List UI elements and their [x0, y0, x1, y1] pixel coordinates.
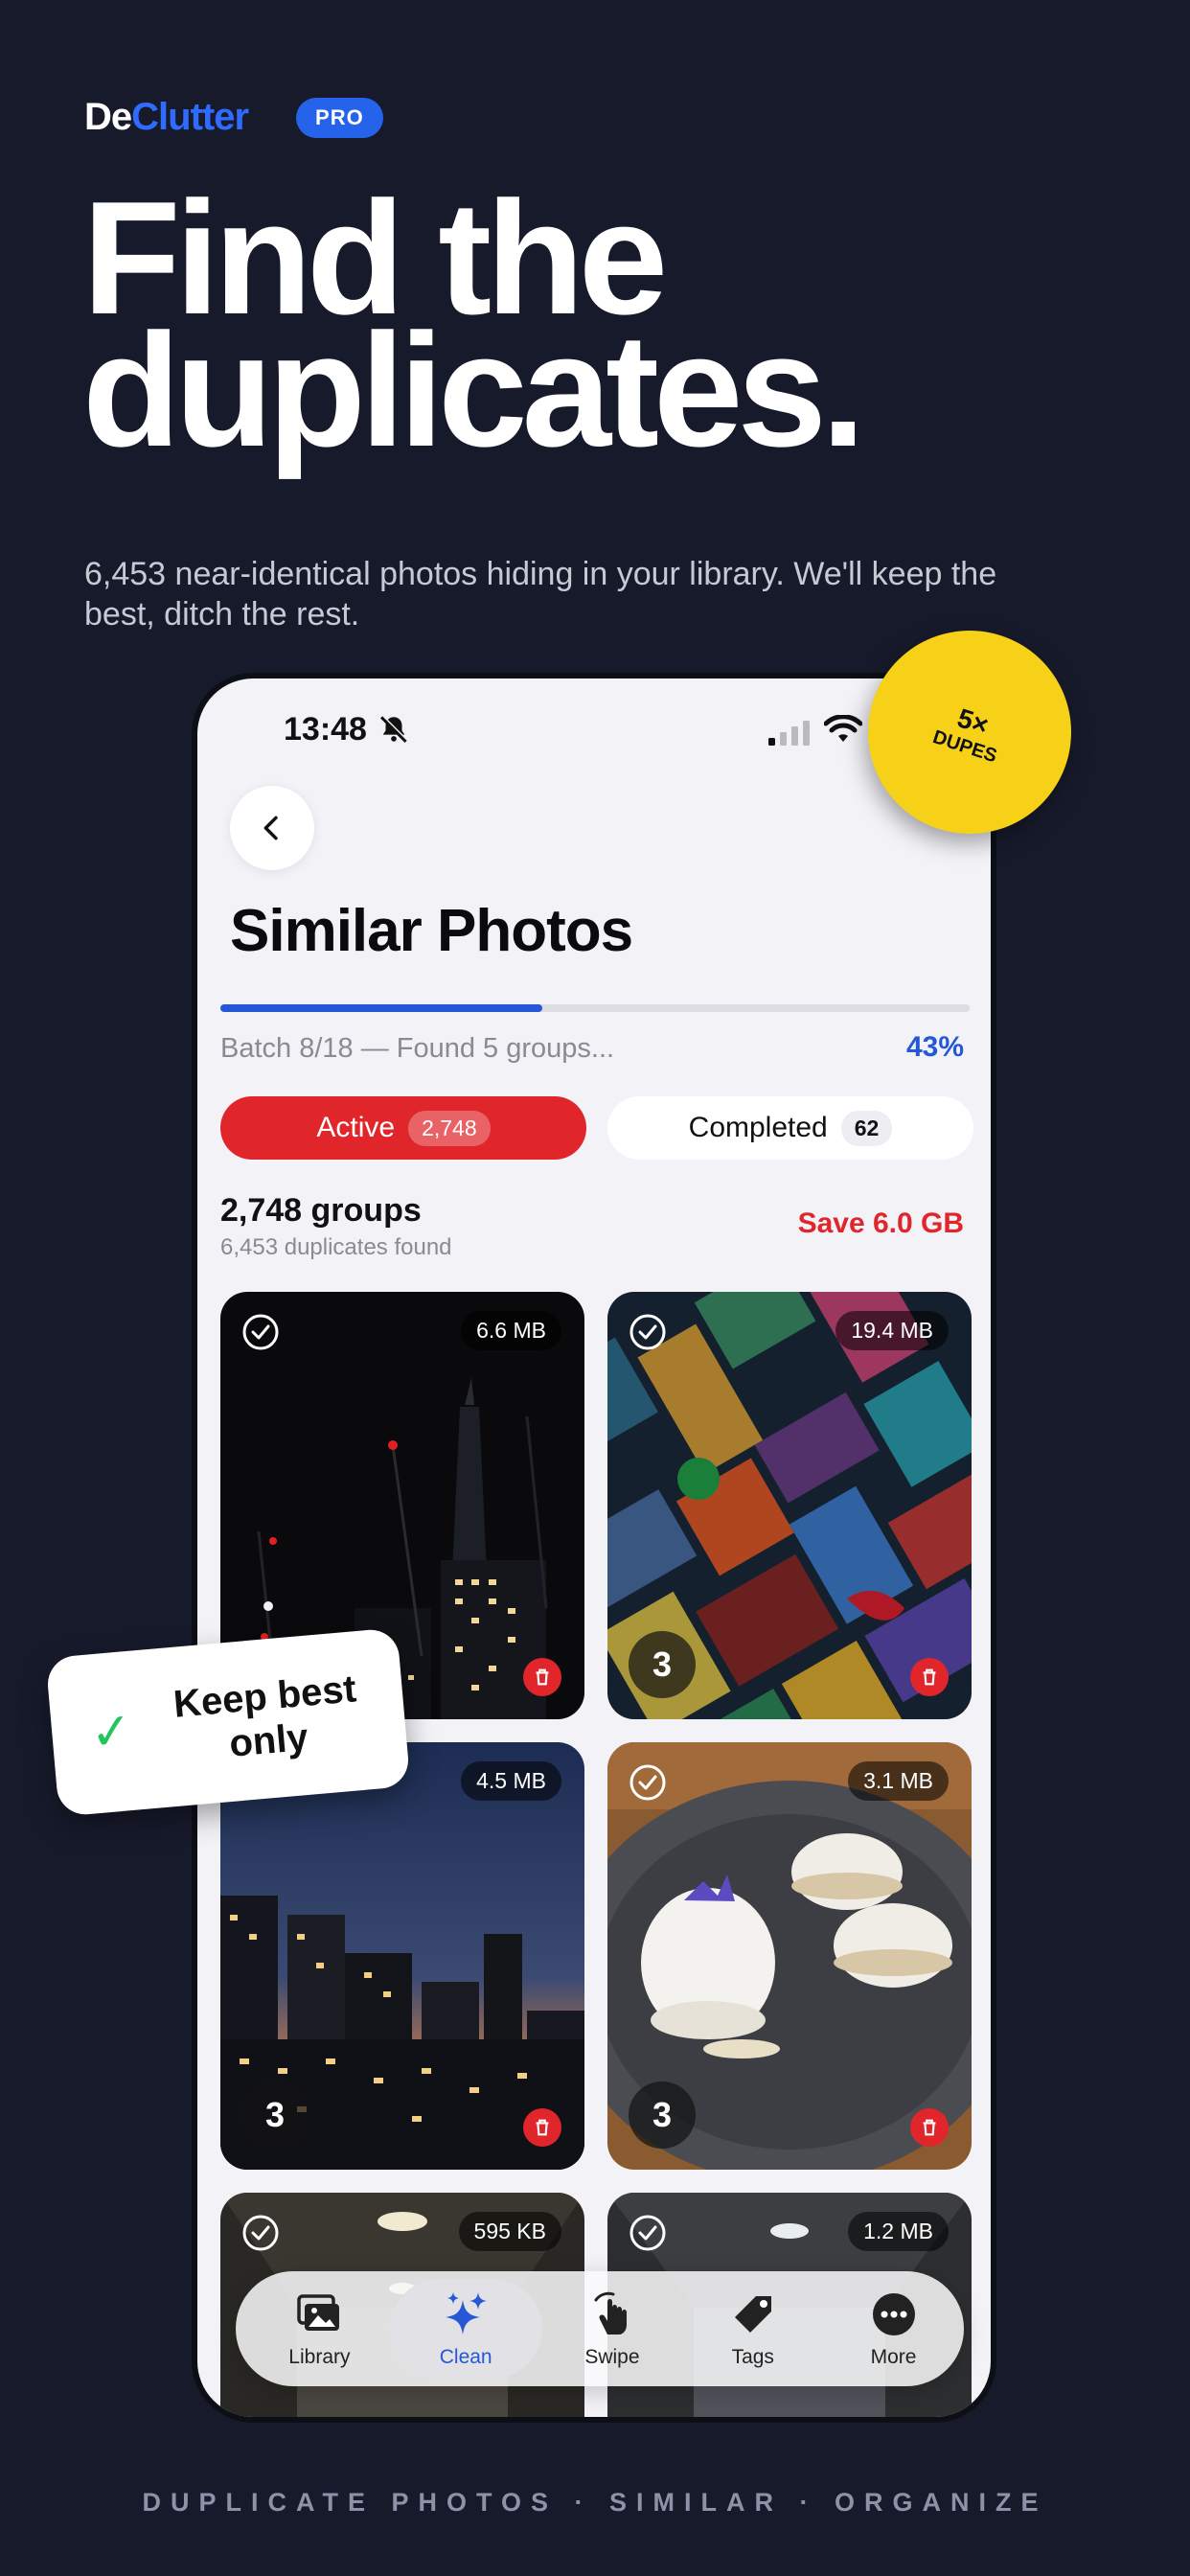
tab-label: Tags: [731, 2346, 774, 2368]
headline-line-2: duplicates.: [82, 300, 866, 480]
tab-tags[interactable]: Tags: [682, 2271, 823, 2386]
duplicate-count-badge: 3: [629, 2082, 696, 2149]
duplicate-count-badge: 3: [241, 2082, 309, 2149]
headline: Find the duplicates.: [82, 177, 1136, 480]
chevron-left-icon: [263, 816, 278, 840]
tab-label: Completed: [688, 1112, 828, 1143]
photo-group-card[interactable]: 19.4 MB 3: [607, 1292, 972, 1719]
tab-label: More: [870, 2346, 917, 2368]
save-space-button[interactable]: Save 6.0 GB: [798, 1208, 964, 1240]
trash-button[interactable]: [910, 1658, 949, 1696]
wifi-icon: [824, 715, 862, 742]
progress-percent: 43%: [905, 1031, 964, 1063]
tab-more[interactable]: More: [823, 2271, 964, 2386]
trash-button[interactable]: [910, 2108, 949, 2147]
logo-suffix: Clutter: [131, 96, 249, 138]
tab-label: Active: [316, 1112, 396, 1143]
check-circle-icon[interactable]: [241, 2214, 280, 2252]
check-circle-icon[interactable]: [629, 1763, 667, 1802]
sparkles-icon: [446, 2292, 488, 2334]
check-circle-icon[interactable]: [629, 2214, 667, 2252]
file-size-badge: 3.1 MB: [848, 1761, 949, 1801]
pro-badge: PRO: [296, 97, 383, 138]
tab-completed[interactable]: Completed 62: [607, 1096, 973, 1160]
checkmark-icon: ✓: [88, 1702, 135, 1762]
trash-icon: [536, 2119, 549, 2136]
tab-label: Swipe: [584, 2346, 640, 2368]
trash-icon: [923, 1668, 936, 1686]
trash-icon: [923, 2119, 936, 2136]
file-size-badge: 595 KB: [458, 2212, 561, 2251]
app-logo: DeClutter: [84, 96, 249, 139]
photos-icon: [297, 2294, 340, 2331]
file-size-badge: 4.5 MB: [461, 1761, 561, 1801]
trash-icon: [536, 1668, 549, 1686]
progress-status-text: Batch 8/18 — Found 5 groups...: [220, 1033, 615, 1064]
check-circle-icon[interactable]: [241, 1313, 280, 1351]
file-size-badge: 19.4 MB: [835, 1311, 949, 1350]
keep-best-sticker: ✓ Keep best only: [45, 1627, 411, 1817]
file-size-badge: 6.6 MB: [461, 1311, 561, 1350]
bottom-tab-bar: Library Clean Swipe Tags More: [236, 2271, 964, 2386]
duplicates-found-text: 6,453 duplicates found: [220, 1234, 452, 1260]
tab-clean[interactable]: Clean: [389, 2279, 542, 2379]
subtitle: 6,453 near-identical photos hiding in yo…: [84, 556, 997, 632]
cellular-signal-icon: [768, 721, 810, 746]
tab-library[interactable]: Library: [249, 2271, 390, 2386]
tab-count-badge: 62: [840, 1110, 893, 1146]
tab-active[interactable]: Active 2,748: [220, 1096, 586, 1160]
footer-tagline: DUPLICATE PHOTOS · SIMILAR · ORGANIZE: [142, 2488, 1048, 2517]
status-time: 13:48: [284, 711, 367, 748]
page-title: Similar Photos: [230, 898, 633, 964]
file-size-badge: 1.2 MB: [848, 2212, 949, 2251]
hand-swipe-icon: [594, 2291, 627, 2334]
photo-group-card[interactable]: 4.5 MB 3: [220, 1742, 584, 2170]
bell-muted-icon: [379, 715, 408, 744]
tag-icon: [734, 2296, 771, 2333]
duplicate-count-badge: 3: [629, 1631, 696, 1698]
progress-fill: [220, 1004, 543, 1012]
back-button[interactable]: [230, 786, 314, 870]
photo-group-card[interactable]: 3.1 MB 3: [607, 1742, 972, 2170]
scan-progress-bar: [220, 1004, 970, 1012]
tab-label: Library: [288, 2346, 351, 2368]
tab-count-badge: 2,748: [408, 1110, 491, 1146]
tab-swipe[interactable]: Swipe: [542, 2271, 683, 2386]
keep-best-label: Keep best only: [163, 1666, 371, 1771]
trash-button[interactable]: [523, 2108, 561, 2147]
tab-label: Clean: [439, 2346, 492, 2368]
logo-prefix: De: [84, 96, 132, 138]
more-icon: [872, 2293, 915, 2335]
brand-header: DeClutter PRO: [84, 96, 383, 139]
phone-mockup: 13:48 Similar Photos Batch 8/18 — Found …: [192, 673, 996, 2423]
groups-count: 2,748 groups: [220, 1192, 422, 1229]
trash-button[interactable]: [523, 1658, 561, 1696]
check-circle-icon[interactable]: [629, 1313, 667, 1351]
